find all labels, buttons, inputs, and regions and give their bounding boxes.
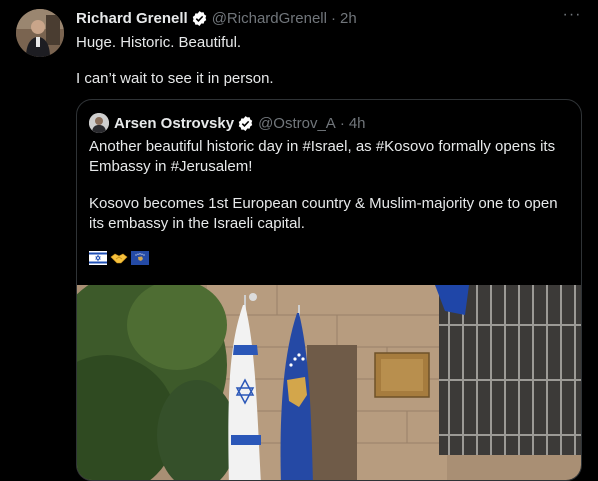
- header-separator: ·: [330, 9, 336, 27]
- quoted-tweet-time[interactable]: 4h: [349, 115, 366, 132]
- quoted-author-handle[interactable]: @Ostrov_A: [258, 115, 336, 132]
- tweet-text-line-1: Huge. Historic. Beautiful.: [76, 34, 242, 51]
- quoted-photo[interactable]: [77, 285, 581, 480]
- handshake-icon: [110, 251, 128, 270]
- tweet-time[interactable]: 2h: [340, 10, 357, 27]
- quoted-author-avatar[interactable]: [89, 113, 109, 133]
- quoted-header: Arsen Ostrovsky @Ostrov_A · 4h: [114, 113, 366, 133]
- avatar-photo: [16, 9, 64, 57]
- verified-badge-icon: [191, 10, 208, 27]
- quoted-text-line-2: Embassy in #Jerusalem!: [89, 158, 253, 175]
- emoji-row: [89, 251, 149, 270]
- israel-flag-icon: [89, 251, 107, 270]
- embassy-photo: [77, 285, 581, 480]
- author-name[interactable]: Richard Grenell: [76, 10, 188, 27]
- tweet[interactable]: Richard Grenell @RichardGrenell · 2h ···…: [0, 0, 598, 481]
- quoted-avatar-photo: [89, 113, 109, 133]
- author-avatar[interactable]: [16, 9, 64, 57]
- quoted-text-line-3: Kosovo becomes 1st European country & Mu…: [89, 195, 558, 212]
- kosovo-flag-icon: [131, 251, 149, 270]
- quoted-tweet[interactable]: Arsen Ostrovsky @Ostrov_A · 4h Another b…: [76, 99, 582, 481]
- author-handle[interactable]: @RichardGrenell: [212, 10, 327, 27]
- tweet-text-line-2: I can’t wait to see it in person.: [76, 70, 274, 87]
- quoted-verified-badge-icon: [237, 115, 254, 132]
- quoted-author-name[interactable]: Arsen Ostrovsky: [114, 115, 234, 132]
- quoted-header-separator: ·: [339, 114, 345, 132]
- more-options-icon[interactable]: ···: [562, 7, 582, 28]
- quoted-text-line-4: its embassy in the Israeli capital.: [89, 215, 305, 232]
- tweet-header: Richard Grenell @RichardGrenell · 2h: [76, 8, 357, 28]
- quoted-text-line-1: Another beautiful historic day in #Israe…: [89, 138, 556, 155]
